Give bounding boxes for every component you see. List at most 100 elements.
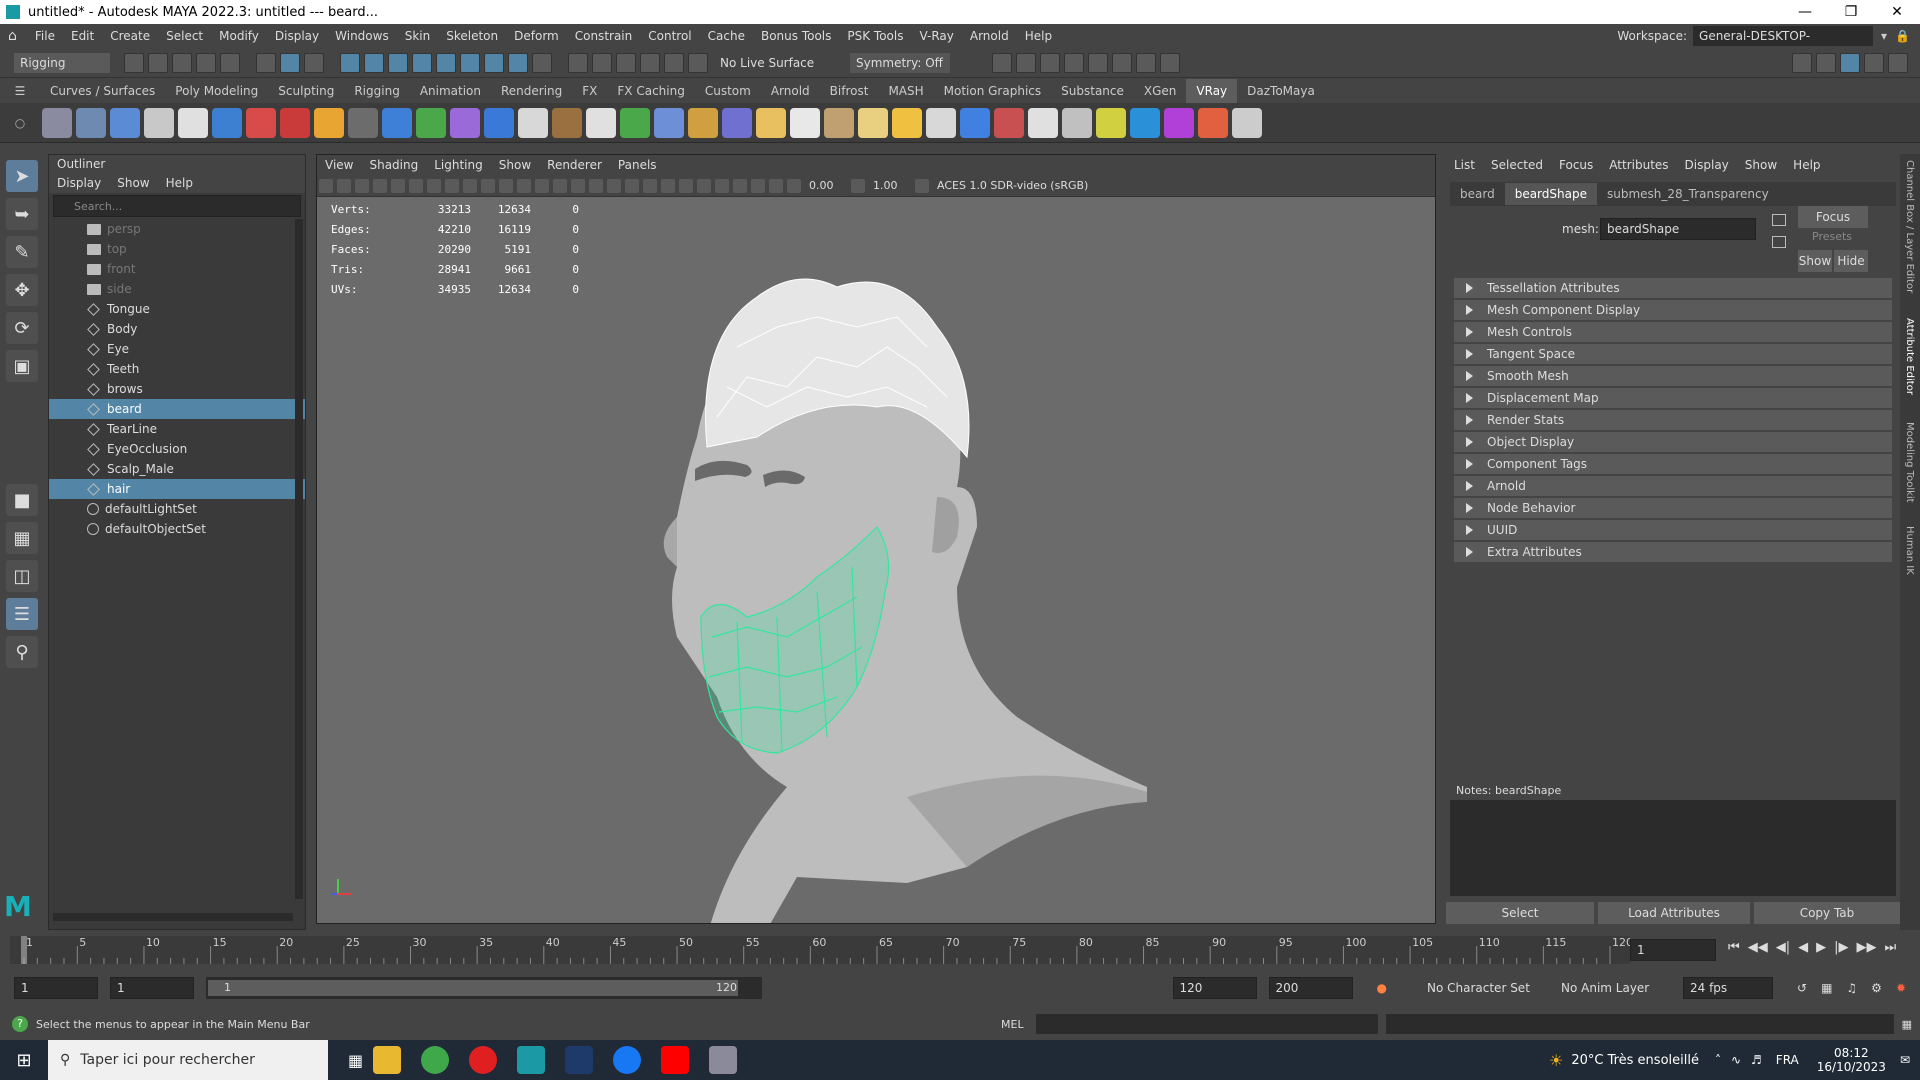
loop-icon[interactable]: ↺: [1797, 981, 1807, 995]
command-line-input[interactable]: [1035, 1014, 1378, 1034]
gate-mask-icon[interactable]: [481, 178, 495, 193]
hypershade-icon[interactable]: [1088, 52, 1108, 73]
hide-button[interactable]: Hide: [1834, 250, 1868, 272]
tool-settings-toggle-icon[interactable]: [1888, 52, 1908, 73]
vray-shelf-tool-icon[interactable]: [1232, 107, 1262, 138]
scene-end-field[interactable]: 200: [1268, 977, 1353, 999]
minimize-icon[interactable]: —: [1782, 0, 1828, 24]
menu-psk-tools[interactable]: PSK Tools: [839, 29, 911, 43]
search-icon[interactable]: ⚲: [6, 636, 38, 668]
film-gate-icon[interactable]: [445, 178, 459, 193]
vray-shelf-tool-icon[interactable]: [552, 107, 582, 138]
vray-shelf-tool-icon[interactable]: [42, 107, 72, 138]
xray-icon[interactable]: [733, 178, 747, 193]
step-forward-icon[interactable]: ▶▶: [1856, 940, 1876, 955]
shelf-tab-animation[interactable]: Animation: [410, 79, 491, 103]
use-lights-icon[interactable]: [625, 178, 639, 193]
outliner-item-defaultlightset[interactable]: defaultLightSet: [49, 499, 305, 519]
outliner-item-eye[interactable]: Eye: [49, 339, 305, 359]
vray-shelf-tool-icon[interactable]: [1130, 107, 1160, 138]
redo-icon[interactable]: [220, 52, 240, 73]
ae-section-extra-attributes[interactable]: Extra Attributes: [1454, 542, 1892, 562]
shelf-tab-rendering[interactable]: Rendering: [491, 79, 572, 103]
menu-windows[interactable]: Windows: [327, 29, 397, 43]
clock[interactable]: 08:12 16/10/2023: [1817, 1046, 1886, 1074]
vray-shelf-tool-icon[interactable]: [484, 107, 514, 138]
fps-select[interactable]: 24 fps: [1683, 977, 1773, 999]
viewport-menu-panels[interactable]: Panels: [610, 158, 665, 172]
vray-shelf-tool-icon[interactable]: [722, 107, 752, 138]
ae-menu-selected[interactable]: Selected: [1483, 158, 1551, 172]
youtube-icon[interactable]: [661, 1046, 690, 1074]
ae-section-arnold[interactable]: Arnold: [1454, 476, 1892, 496]
app-icon[interactable]: [709, 1046, 738, 1074]
menu-deform[interactable]: Deform: [506, 29, 567, 43]
photoshop-icon[interactable]: [565, 1046, 594, 1074]
viewport-menu-renderer[interactable]: Renderer: [539, 158, 610, 172]
select-camera-icon[interactable]: [319, 178, 333, 193]
outliner-item-brows[interactable]: brows: [49, 379, 305, 399]
ae-section-displacement-map[interactable]: Displacement Map: [1454, 388, 1892, 408]
snap-magnet-icon[interactable]: [688, 52, 708, 73]
viewport-panel[interactable]: View Shading Lighting Show Renderer Pane…: [316, 154, 1436, 924]
menu-edit[interactable]: Edit: [63, 29, 102, 43]
range-slider[interactable]: 1 120: [206, 977, 762, 999]
lock-selection-icon[interactable]: [532, 52, 552, 73]
vray-shelf-tool-icon[interactable]: [144, 107, 174, 138]
scale-tool-icon[interactable]: ▣: [6, 350, 38, 382]
ae-section-component-tags[interactable]: Component Tags: [1454, 454, 1892, 474]
vray-shelf-tool-icon[interactable]: [586, 107, 616, 138]
gamma-icon[interactable]: [851, 178, 865, 193]
side-tab-modeling-toolkit[interactable]: Modeling Toolkit: [1904, 422, 1915, 514]
side-tab-human-ik[interactable]: Human IK: [1904, 526, 1915, 586]
shelf-tab-rigging[interactable]: Rigging: [344, 79, 409, 103]
shelf-options-icon[interactable]: ○: [0, 116, 40, 130]
shelf-tab-motion-graphics[interactable]: Motion Graphics: [934, 79, 1052, 103]
shelf-tab-vray[interactable]: VRay: [1186, 79, 1238, 103]
ae-tab-beard[interactable]: beard: [1450, 183, 1505, 205]
rotate-tool-icon[interactable]: ⟳: [6, 312, 38, 344]
outliner-item-defaultobjectset[interactable]: defaultObjectSet: [49, 519, 305, 539]
shelf-tab-custom[interactable]: Custom: [695, 79, 761, 103]
outliner-scrollbar[interactable]: [295, 219, 303, 899]
script-editor-icon[interactable]: ▦: [1902, 1018, 1912, 1031]
outliner-item-top[interactable]: top: [49, 239, 305, 259]
menu-skeleton[interactable]: Skeleton: [438, 29, 506, 43]
ae-menu-help[interactable]: Help: [1785, 158, 1828, 172]
render-frame-icon[interactable]: [1016, 52, 1036, 73]
step-forward-key-icon[interactable]: |▶: [1834, 940, 1848, 955]
viewport-menu-view[interactable]: View: [317, 158, 361, 172]
outliner-item-tearline[interactable]: TearLine: [49, 419, 305, 439]
shelf-tab-sculpting[interactable]: Sculpting: [268, 79, 344, 103]
vray-shelf-tool-icon[interactable]: [926, 107, 956, 138]
shelf-tab-fx[interactable]: FX: [572, 79, 607, 103]
ambient-occlusion-icon[interactable]: [661, 178, 675, 193]
vray-shelf-tool-icon[interactable]: [994, 107, 1024, 138]
maya-taskbar-icon[interactable]: [517, 1046, 546, 1074]
default-material-icon[interactable]: [589, 178, 603, 193]
menu-control[interactable]: Control: [640, 29, 699, 43]
step-back-key-icon[interactable]: ◀|: [1776, 940, 1790, 955]
time-slider[interactable]: 1 5 10 15 20 25 30 35 40 45 50 55 60 65 70 75 80 85 90 95 10…: [0, 932, 1920, 968]
ae-section-render-stats[interactable]: Render Stats: [1454, 410, 1892, 430]
exposure-icon[interactable]: [787, 178, 801, 193]
run-icon[interactable]: ✹: [1896, 981, 1906, 995]
snap-curve-icon[interactable]: [592, 52, 612, 73]
vray-shelf-tool-icon[interactable]: [654, 107, 684, 138]
vray-shelf-tool-icon[interactable]: [824, 107, 854, 138]
shelf-tab-substance[interactable]: Substance: [1051, 79, 1134, 103]
shelf-tab-bifrost[interactable]: Bifrost: [820, 79, 879, 103]
menu-display[interactable]: Display: [267, 29, 327, 43]
scene-start-field[interactable]: 1: [14, 977, 98, 999]
outliner-item-beard[interactable]: beard: [49, 399, 305, 419]
vray-shelf-tool-icon[interactable]: [858, 107, 888, 138]
ae-menu-display[interactable]: Display: [1677, 158, 1737, 172]
open-scene-icon[interactable]: [148, 52, 168, 73]
grid-icon[interactable]: [427, 178, 441, 193]
vray-shelf-tool-icon[interactable]: [1062, 107, 1092, 138]
taskbar-search[interactable]: ⚲ Taper ici pour rechercher: [48, 1040, 328, 1080]
vray-shelf-tool-icon[interactable]: [892, 107, 922, 138]
vray-shelf-tool-icon[interactable]: [76, 107, 106, 138]
textured-icon[interactable]: [607, 178, 621, 193]
ae-section-tessellation-attributes[interactable]: Tessellation Attributes: [1454, 278, 1892, 298]
